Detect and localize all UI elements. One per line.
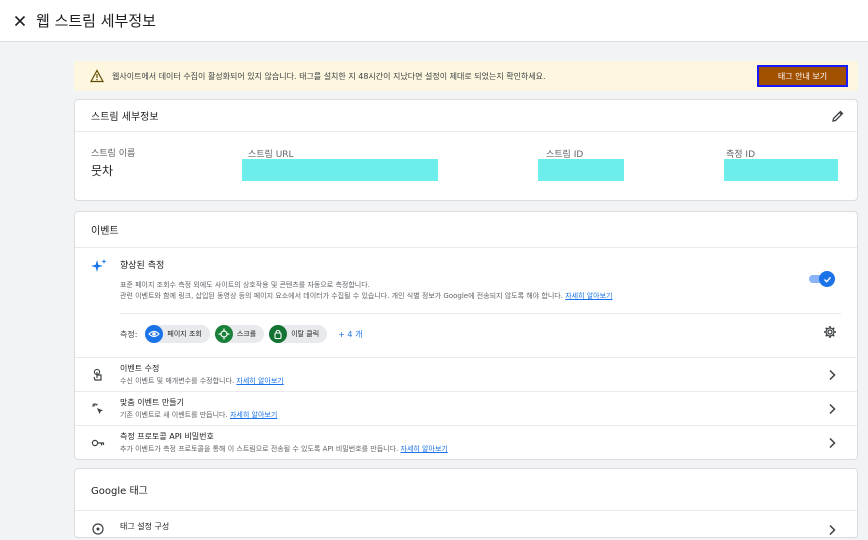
stream-name-label: 스트림 이름 (91, 149, 136, 159)
warning-text: 웹사이트에서 데이터 수집이 활성화되어 있지 않습니다. 태그를 설치한 지 … (112, 71, 546, 81)
enhanced-learn-more-link[interactable]: 자세히 알아보기 (565, 292, 612, 300)
create-custom-event-title: 맞춤 이벤트 만들기 (120, 398, 184, 407)
measurement-id-redacted (724, 159, 838, 181)
enhanced-measurement-title: 향상된 측정 (120, 261, 165, 271)
measure-chips-row: 측정: 페이지 조회 스크롤 이탈 클릭 + 4 개 (120, 322, 362, 346)
modify-events-row[interactable]: 이벤트 수정 수신 이벤트 및 매개변수를 수정합니다. 자세히 알아보기 (75, 357, 857, 391)
stream-name-value: 뭇차 (91, 164, 114, 178)
page-title: 웹 스트림 세부정보 (36, 12, 156, 30)
chevron-right-icon (827, 437, 837, 449)
top-bar: 웹 스트림 세부정보 (0, 0, 868, 42)
chip-page-view[interactable]: 페이지 조회 (145, 325, 210, 343)
pencil-icon[interactable] (831, 109, 845, 123)
events-header: 이벤트 (75, 212, 857, 248)
stream-details-header: 스트림 세부정보 (75, 100, 857, 132)
configure-tag-settings-title: 태그 설정 구성 (120, 522, 170, 531)
gear-icon[interactable] (823, 325, 837, 339)
enhanced-divider (120, 313, 841, 314)
eye-icon (145, 325, 164, 343)
events-title: 이벤트 (91, 226, 119, 237)
chip-scroll-label: 스크롤 (236, 330, 257, 338)
chip-outbound-click[interactable]: 이탈 클릭 (269, 325, 328, 343)
chevron-right-icon (827, 369, 837, 381)
sparkle-icon (91, 258, 107, 274)
measurement-protocol-desc: 추가 이벤트가 측정 프로토콜을 통해 이 스트림으로 전송될 수 있도록 AP… (120, 445, 448, 453)
touch-icon (91, 368, 105, 382)
view-tag-guide-button[interactable]: 태그 안내 보기 (757, 65, 848, 87)
enhanced-measurement-section: 향상된 측정 표준 페이지 조회수 측정 외에도 사이트의 상호작용 및 콘텐츠… (75, 248, 857, 360)
key-icon (91, 436, 105, 450)
measurement-protocol-title: 측정 프로토콜 API 비밀번호 (120, 432, 214, 441)
create-custom-event-learn-more-link[interactable]: 자세히 알아보기 (230, 411, 277, 419)
stream-details-title: 스트림 세부정보 (91, 112, 159, 123)
chip-page-view-label: 페이지 조회 (167, 330, 202, 338)
stream-url-redacted (242, 159, 438, 181)
google-tag-title: Google 태그 (91, 486, 148, 497)
modify-events-learn-more-link[interactable]: 자세히 알아보기 (236, 377, 283, 385)
modify-events-title: 이벤트 수정 (120, 364, 160, 373)
chip-scroll[interactable]: 스크롤 (214, 325, 265, 343)
modify-events-desc: 수신 이벤트 및 매개변수를 수정합니다. 자세히 알아보기 (120, 377, 284, 385)
crosshair-icon (214, 325, 233, 343)
enhanced-measurement-toggle[interactable] (807, 271, 835, 287)
sparkle-click-icon (91, 402, 105, 416)
google-tag-card: Google 태그 태그 설정 구성 (74, 468, 858, 538)
stream-details-card: 스트림 세부정보 스트림 이름 뭇차 스트림 URL 스트림 ID 측정 ID (74, 99, 858, 201)
check-icon (819, 271, 835, 287)
chevron-right-icon (827, 524, 837, 536)
measure-label: 측정: (120, 329, 138, 339)
create-custom-event-desc: 기존 이벤트로 새 이벤트를 만듭니다. 자세히 알아보기 (120, 411, 278, 419)
create-custom-event-row[interactable]: 맞춤 이벤트 만들기 기존 이벤트로 새 이벤트를 만듭니다. 자세히 알아보기 (75, 391, 857, 425)
tag-settings-icon (91, 522, 105, 536)
data-collection-warning: 웹사이트에서 데이터 수집이 활성화되어 있지 않습니다. 태그를 설치한 지 … (74, 61, 858, 91)
close-icon[interactable] (12, 13, 28, 29)
configure-tag-settings-row[interactable]: 태그 설정 구성 (75, 510, 857, 540)
stream-id-redacted (538, 159, 624, 181)
chevron-right-icon (827, 403, 837, 415)
enhanced-measurement-description: 표준 페이지 조회수 측정 외에도 사이트의 상호작용 및 콘텐츠를 자동으로 … (120, 280, 740, 302)
chip-outbound-click-label: 이탈 클릭 (291, 330, 320, 338)
measurement-protocol-learn-more-link[interactable]: 자세히 알아보기 (401, 445, 448, 453)
measurement-protocol-row[interactable]: 측정 프로토콜 API 비밀번호 추가 이벤트가 측정 프로토콜을 통해 이 스… (75, 425, 857, 459)
events-card: 이벤트 향상된 측정 표준 페이지 조회수 측정 외에도 사이트의 상호작용 및… (74, 211, 858, 460)
more-events-link[interactable]: + 4 개 (338, 329, 362, 340)
main-content: 웹사이트에서 데이터 수집이 활성화되어 있지 않습니다. 태그를 설치한 지 … (74, 61, 858, 538)
warning-icon (90, 69, 104, 83)
lock-icon (269, 325, 288, 343)
enhanced-desc-line2: 관련 이벤트와 함께 링크, 삽입된 동영상 등의 페이지 요소에서 데이터가 … (120, 292, 563, 300)
enhanced-desc-line1: 표준 페이지 조회수 측정 외에도 사이트의 상호작용 및 콘텐츠를 자동으로 … (120, 281, 370, 289)
google-tag-header: Google 태그 (75, 469, 857, 510)
